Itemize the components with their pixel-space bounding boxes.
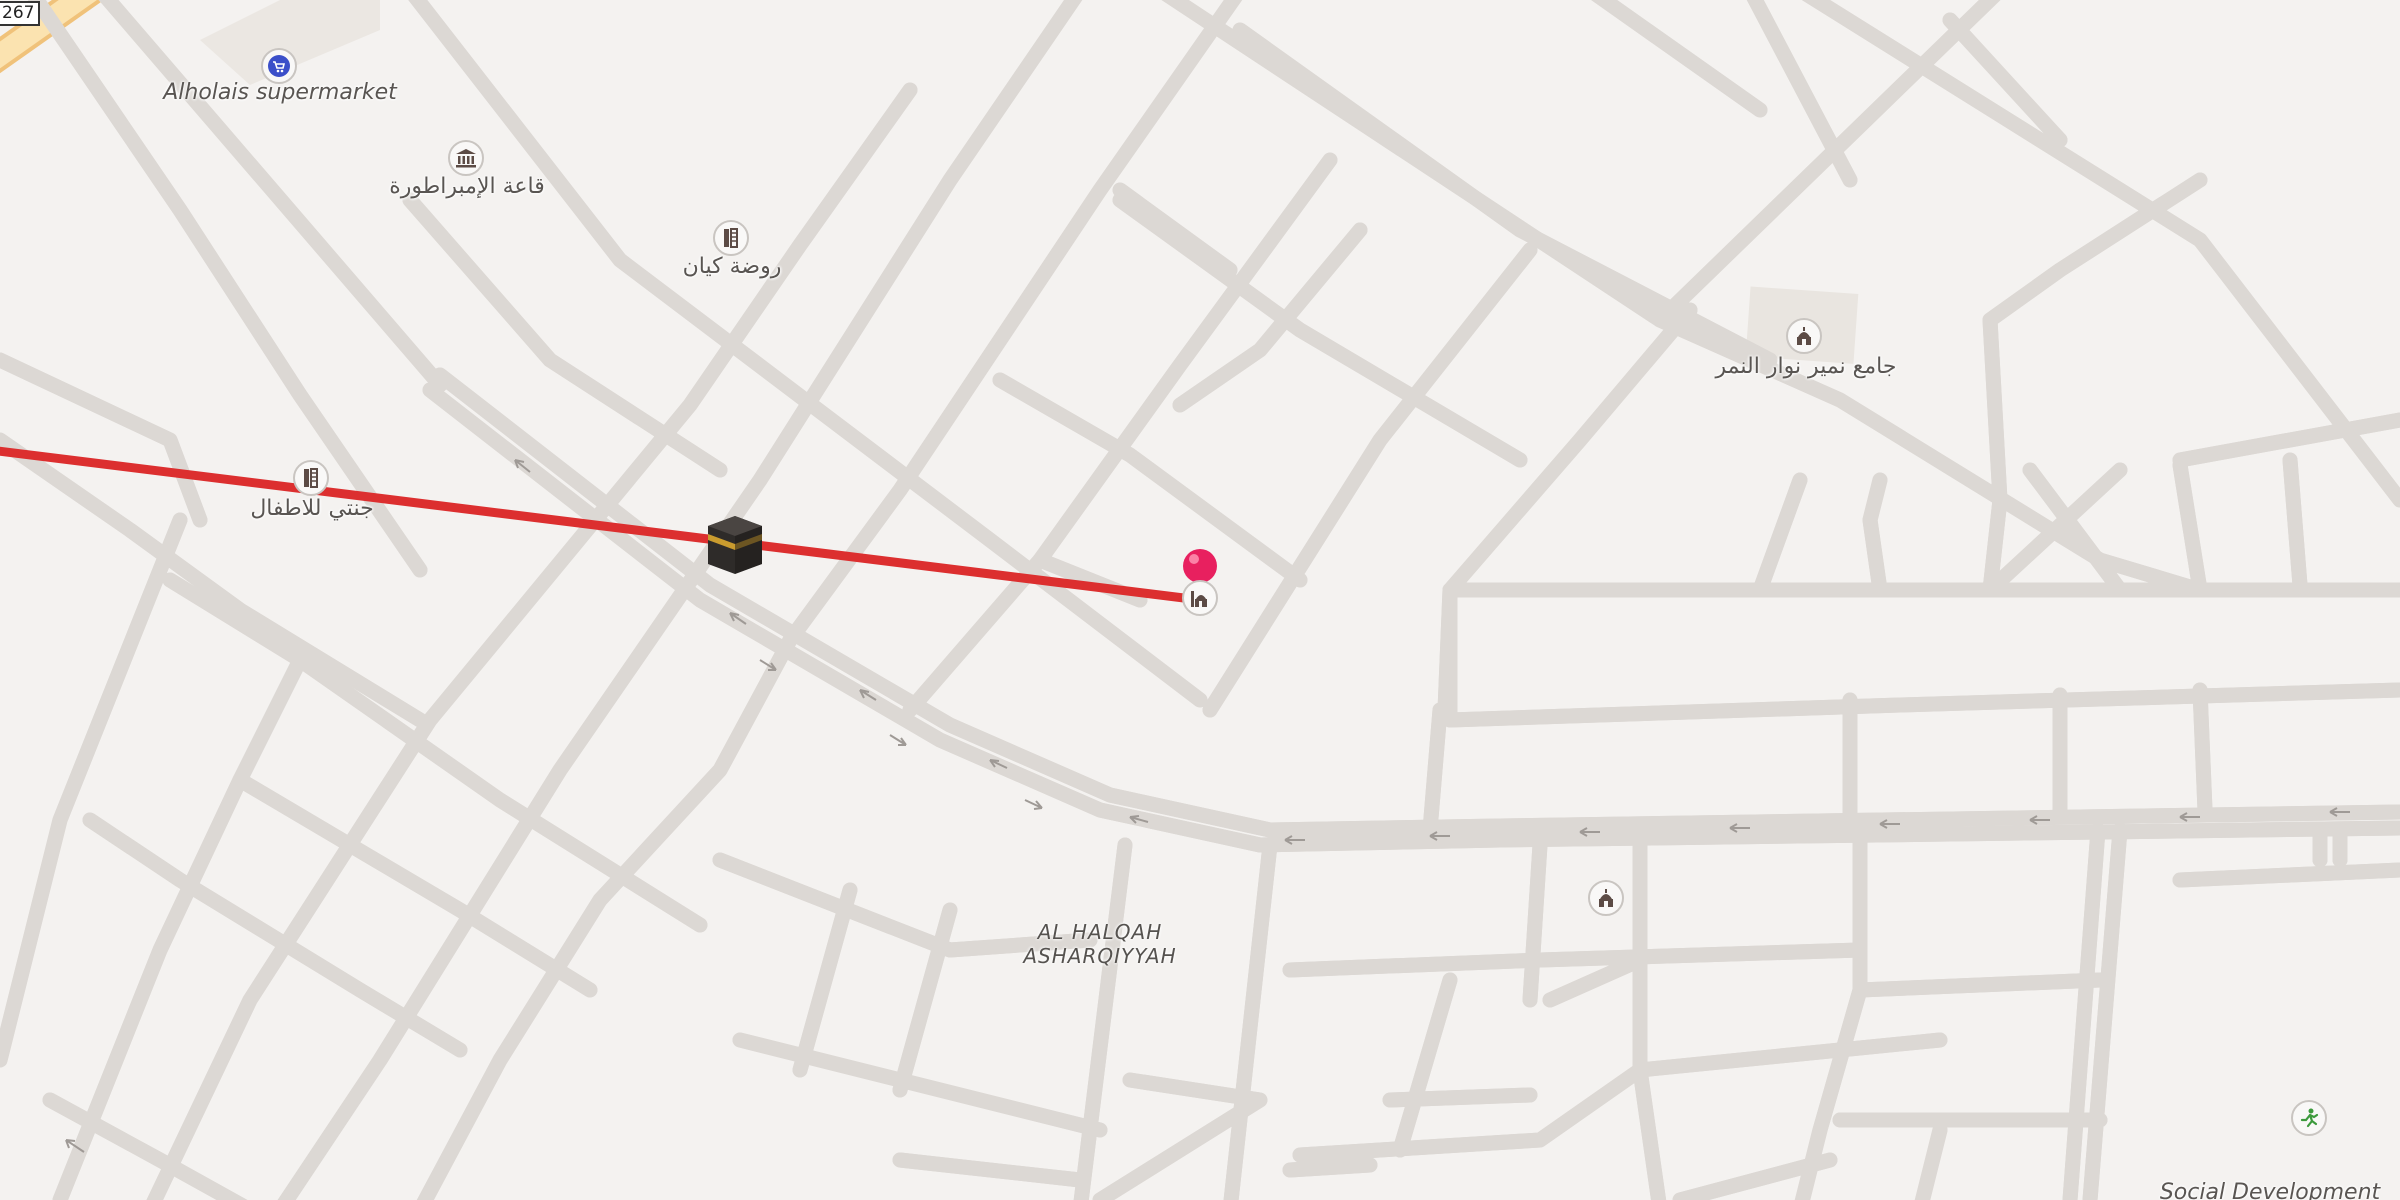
poi-label-supermarket[interactable]: Alholais supermarket: [163, 80, 397, 105]
museum-icon[interactable]: [448, 140, 484, 176]
school-icon[interactable]: [713, 220, 749, 256]
poi-label-mosque[interactable]: جامع نمير نوار النمر: [1716, 354, 1897, 379]
kaaba-icon[interactable]: [706, 514, 764, 576]
district-label: AL HALQAH ASHARQIYYAH: [1023, 920, 1176, 968]
mosque-icon[interactable]: [1182, 580, 1218, 616]
poi-label-kindergarten-1[interactable]: روضة كيان: [683, 254, 782, 279]
school-icon[interactable]: [293, 460, 329, 496]
poi-label-social-development[interactable]: Social Development: [2160, 1180, 2380, 1200]
poi-label-hall[interactable]: قاعة الإمبراطورة: [389, 174, 545, 199]
mosque-icon[interactable]: [1786, 318, 1822, 354]
route-shield: 267: [0, 1, 41, 26]
running-icon[interactable]: [2291, 1100, 2327, 1136]
district-label-line2: ASHARQIYYAH: [1023, 944, 1177, 968]
poi-label-kindergarten-2[interactable]: جنتي للاطفال: [250, 496, 373, 521]
map-canvas[interactable]: 267 Alholais supermarket قاعة الإمبراطور…: [0, 0, 2400, 1200]
mosque-icon[interactable]: [1588, 880, 1624, 916]
shopping-cart-icon[interactable]: [261, 48, 297, 84]
district-label-line1: AL HALQAH: [1037, 920, 1163, 944]
